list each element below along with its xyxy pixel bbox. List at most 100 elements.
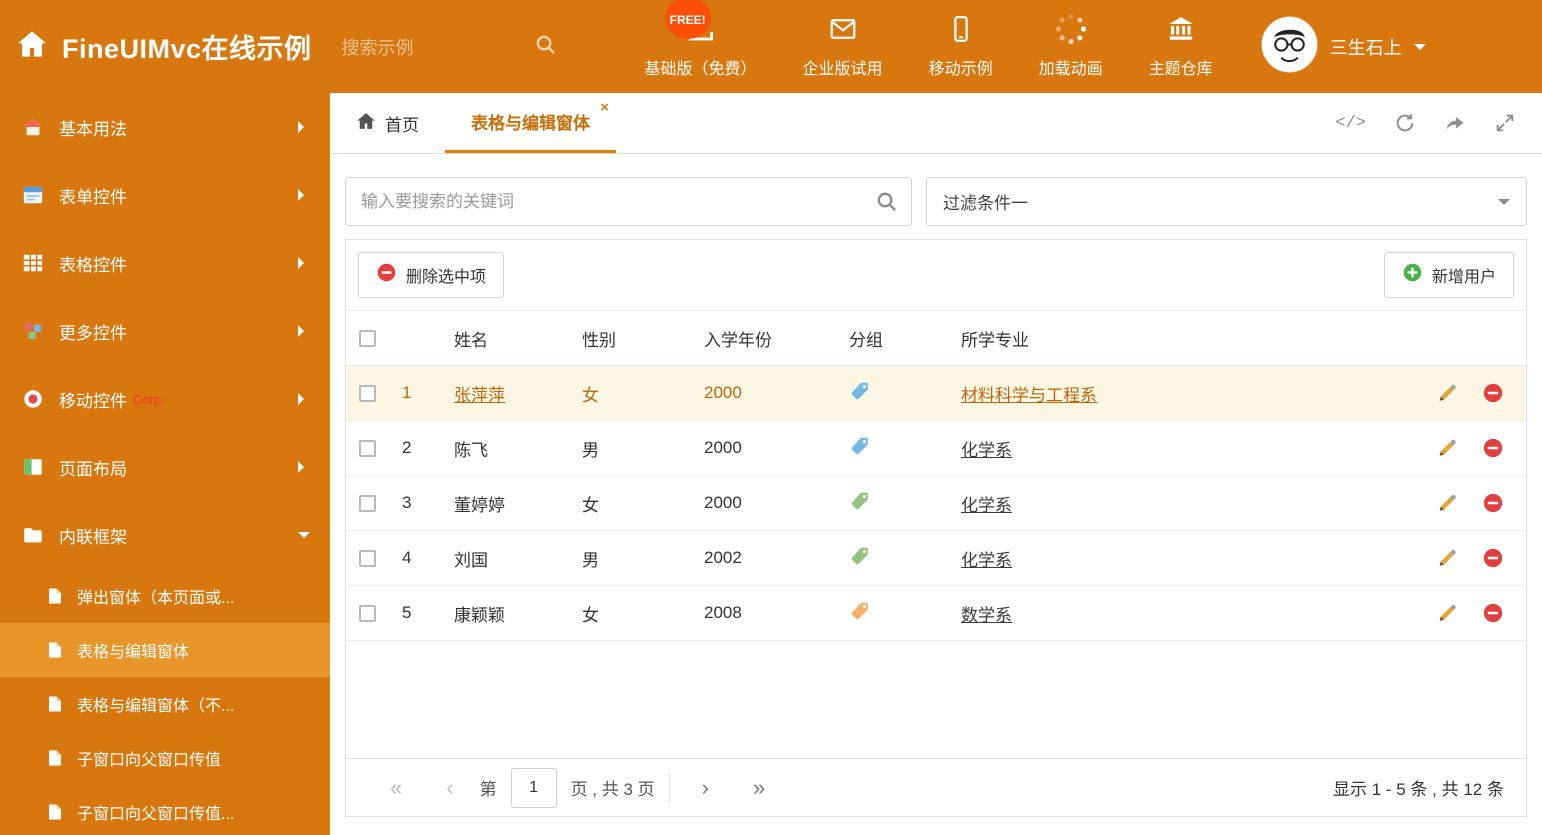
sidebar-item-mobile-controls[interactable]: 移动控件 Corp. (0, 365, 330, 433)
close-icon[interactable]: × (600, 100, 609, 115)
next-page-icon[interactable]: › (680, 775, 731, 801)
tab-tools: </> (1335, 93, 1542, 153)
row-checkbox[interactable] (358, 494, 376, 512)
row-index: 5 (402, 603, 412, 622)
edit-icon[interactable] (1436, 437, 1458, 459)
brand[interactable]: FineUIMvc在线示例 (0, 27, 312, 66)
major-link[interactable]: 材料科学与工程系 (961, 386, 1097, 405)
search-icon[interactable] (875, 190, 898, 218)
filter-row: 过滤条件一 (330, 154, 1542, 239)
tag-icon[interactable] (849, 380, 871, 402)
row-checkbox[interactable] (358, 384, 376, 402)
grid-panel: 删除选中项 新增用户 姓名 性别 入学年份 分组 所学专业 1 张萍萍 女 20… (345, 239, 1527, 817)
tab-grid-edit-window[interactable]: 表格与编辑窗体 × (445, 93, 616, 153)
sidebar-item-page-layout[interactable]: 页面布局 (0, 433, 330, 501)
nav-item-theme-repo[interactable]: 主题仓库 (1131, 10, 1231, 83)
tag-icon[interactable] (849, 545, 871, 567)
table-row[interactable]: 2 陈飞 男 2000 化学系 (346, 421, 1526, 476)
nav-item-enterprise-trial[interactable]: 企业版试用 (785, 10, 901, 83)
delete-icon[interactable] (1482, 437, 1504, 459)
add-user-label: 新增用户 (1431, 269, 1496, 286)
filter-dropdown[interactable]: 过滤条件一 (926, 177, 1527, 226)
row-checkbox[interactable] (358, 439, 376, 457)
major-link[interactable]: 化学系 (961, 441, 1012, 460)
sidebar-item-inline-frame[interactable]: 内联框架 (0, 501, 330, 569)
delete-icon[interactable] (1482, 602, 1504, 624)
tag-icon[interactable] (849, 490, 871, 512)
expand-icon[interactable] (1494, 112, 1516, 134)
delete-selected-button[interactable]: 删除选中项 (358, 252, 505, 298)
edit-icon[interactable] (1436, 602, 1458, 624)
page-number-input[interactable] (510, 767, 557, 808)
tab-bar: 首页 表格与编辑窗体 × </> (330, 93, 1542, 154)
refresh-icon[interactable] (1394, 112, 1416, 134)
table-row[interactable]: 3 董婷婷 女 2000 化学系 (346, 476, 1526, 531)
tag-icon[interactable] (849, 435, 871, 457)
file-icon (46, 587, 64, 605)
nav-item-mobile-demo[interactable]: 移动示例 (911, 10, 1011, 83)
prev-page-icon[interactable]: ‹ (424, 775, 475, 801)
sidebar-subitem-label: 表格与编辑窗体（不... (77, 698, 235, 715)
table-row[interactable]: 4 刘国 男 2002 化学系 (346, 531, 1526, 586)
sidebar-subitem-popup-window[interactable]: 弹出窗体（本页面或... (0, 569, 330, 623)
edit-icon[interactable] (1436, 382, 1458, 404)
major-link[interactable]: 化学系 (961, 496, 1012, 515)
add-user-button[interactable]: 新增用户 (1383, 252, 1514, 298)
sidebar-item-form-controls[interactable]: 表单控件 (0, 161, 330, 229)
code-icon[interactable]: </> (1335, 114, 1366, 133)
delete-icon[interactable] (1482, 492, 1504, 514)
column-group: 分组 (849, 330, 883, 350)
sidebar-item-label: 表单控件 (59, 187, 127, 207)
avatar (1261, 16, 1318, 78)
sidebar-subitem-child-to-parent-2[interactable]: 子窗口向父窗口传值... (0, 785, 330, 835)
row-year: 2002 (704, 548, 742, 567)
major-link[interactable]: 化学系 (961, 551, 1012, 570)
row-checkbox[interactable] (358, 604, 376, 622)
share-icon[interactable] (1444, 112, 1466, 134)
row-checkbox[interactable] (358, 549, 376, 567)
sidebar-subitem-label: 弹出窗体（本页面或... (77, 590, 235, 607)
select-all-checkbox[interactable] (358, 329, 376, 347)
chevron-down-icon (1413, 43, 1426, 56)
tab-home[interactable]: 首页 (330, 93, 445, 153)
table-row[interactable]: 5 康颖颖 女 2008 数学系 (346, 586, 1526, 641)
sidebar-item-basic-usage[interactable]: 基本用法 (0, 93, 330, 161)
keyword-search-input[interactable] (345, 177, 912, 226)
row-year: 2000 (704, 438, 742, 457)
edit-icon[interactable] (1436, 547, 1458, 569)
sidebar-item-grid-controls[interactable]: 表格控件 (0, 229, 330, 297)
row-index: 3 (402, 493, 412, 512)
chevron-down-icon (298, 531, 310, 544)
tag-icon[interactable] (849, 600, 871, 622)
sidebar-subitem-grid-edit-window[interactable]: 表格与编辑窗体 (0, 623, 330, 677)
mobile-icon (946, 14, 976, 49)
chevron-down-icon (1498, 198, 1510, 211)
sidebar-item-label: 基本用法 (59, 119, 127, 139)
page-prefix: 第 (479, 780, 497, 799)
filter-dropdown-value: 过滤条件一 (943, 194, 1028, 213)
record-summary: 显示 1 - 5 条 , 共 12 条 (1333, 780, 1504, 799)
first-page-icon[interactable]: « (368, 775, 424, 801)
delete-icon[interactable] (1482, 382, 1504, 404)
nav-label: 移动示例 (928, 61, 993, 78)
nav-item-basic-free[interactable]: FREE! 基础版（免费） (627, 0, 775, 83)
table-header: 姓名 性别 入学年份 分组 所学专业 (346, 311, 1526, 366)
envelope-icon (828, 14, 858, 49)
sidebar-subitem-grid-edit-window-2[interactable]: 表格与编辑窗体（不... (0, 677, 330, 731)
nav-item-loading-animation[interactable]: 加载动画 (1021, 10, 1121, 83)
sidebar-subitem-child-to-parent[interactable]: 子窗口向父窗口传值 (0, 731, 330, 785)
home-tab-icon (356, 111, 376, 136)
page-suffix: 页 , 共 3 页 (570, 780, 655, 799)
sidebar-item-more-controls[interactable]: 更多控件 (0, 297, 330, 365)
delete-icon[interactable] (1482, 547, 1504, 569)
row-gender: 女 (582, 605, 599, 625)
pager-divider (668, 772, 670, 803)
table-row[interactable]: 1 张萍萍 女 2000 材料科学与工程系 (346, 366, 1526, 421)
major-link[interactable]: 数学系 (961, 606, 1012, 625)
row-year: 2008 (704, 603, 742, 622)
search-icon[interactable] (534, 33, 557, 61)
edit-icon[interactable] (1436, 492, 1458, 514)
user-menu[interactable]: 三生石上 (1261, 16, 1426, 78)
last-page-icon[interactable]: » (731, 775, 787, 801)
header-search[interactable]: 搜索示例 (342, 33, 557, 61)
